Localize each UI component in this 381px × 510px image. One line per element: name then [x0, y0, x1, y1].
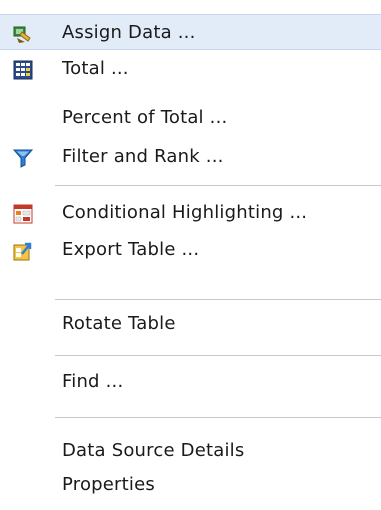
menu-item-label: Export Table ... — [62, 239, 200, 260]
menu-item-label: Rotate Table — [62, 313, 176, 334]
menu-item-label: Total ... — [62, 58, 129, 79]
menu-item-percent-of-total[interactable]: Percent of Total ... — [0, 100, 381, 136]
export-table-icon — [13, 241, 33, 261]
assign-data-icon — [13, 24, 33, 44]
menu-item-label: Data Source Details — [62, 440, 245, 461]
context-menu: Assign Data ... Total ... Percent of Tot… — [0, 0, 381, 510]
menu-item-label: Conditional Highlighting ... — [62, 202, 308, 223]
menu-item-export-table[interactable]: Export Table ... — [0, 232, 381, 268]
menu-item-label: Assign Data ... — [62, 22, 196, 43]
menu-item-label: Find ... — [62, 371, 124, 392]
menu-item-filter-and-rank[interactable]: Filter and Rank ... — [0, 139, 381, 175]
menu-item-assign-data[interactable]: Assign Data ... — [0, 14, 381, 50]
menu-item-rotate-table[interactable]: Rotate Table — [0, 306, 381, 342]
conditional-highlighting-icon — [13, 204, 33, 224]
menu-separator — [55, 299, 381, 300]
menu-item-total[interactable]: Total ... — [0, 51, 381, 87]
menu-item-label: Filter and Rank ... — [62, 146, 224, 167]
menu-separator — [55, 185, 381, 186]
menu-item-label: Percent of Total ... — [62, 107, 228, 128]
menu-item-conditional-highlighting[interactable]: Conditional Highlighting ... — [0, 195, 381, 231]
filter-icon — [13, 148, 33, 168]
menu-separator — [55, 417, 381, 418]
menu-item-label: Properties — [62, 474, 155, 495]
menu-item-find[interactable]: Find ... — [0, 364, 381, 400]
menu-item-data-source-details[interactable]: Data Source Details — [0, 433, 381, 469]
total-icon — [13, 60, 33, 80]
menu-separator — [55, 355, 381, 356]
menu-item-properties[interactable]: Properties — [0, 467, 381, 503]
